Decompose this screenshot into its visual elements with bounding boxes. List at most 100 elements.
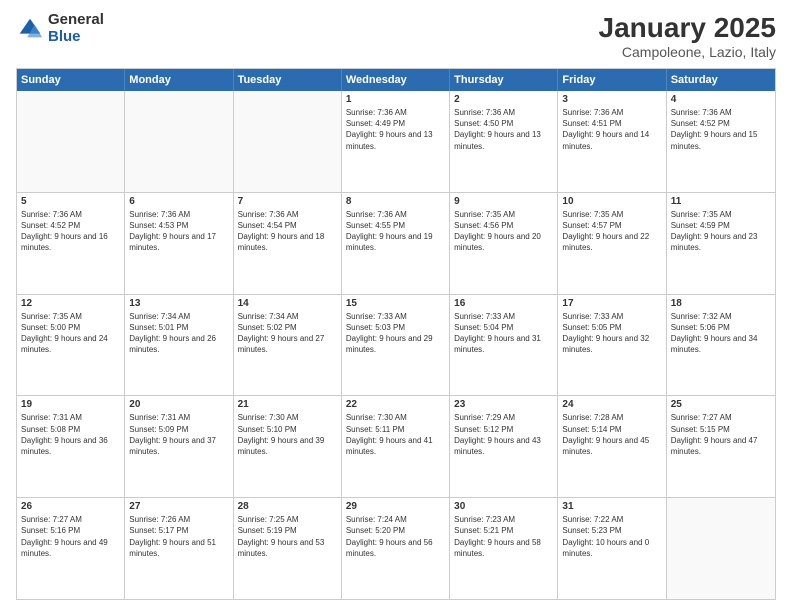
cal-cell: 16Sunrise: 7:33 AM Sunset: 5:04 PM Dayli… [450, 295, 558, 396]
day-number: 14 [238, 298, 337, 309]
col-header-wednesday: Wednesday [342, 69, 450, 91]
cell-info: Sunrise: 7:33 AM Sunset: 5:05 PM Dayligh… [562, 311, 661, 356]
cell-info: Sunrise: 7:35 AM Sunset: 5:00 PM Dayligh… [21, 311, 120, 356]
cal-cell: 30 Sunrise: 7:23 AM Sunset: 5:21 PM Dayli… [450, 498, 558, 599]
cal-cell: 2 Sunrise: 7:36 AM Sunset: 4:50 PM Daylig… [450, 91, 558, 192]
cell-info: Sunrise: 7:24 AM Sunset: 5:20 PM Dayligh… [346, 514, 445, 559]
cell-info: Sunrise: 7:36 AM Sunset: 4:51 PM Dayligh… [562, 107, 661, 152]
cell-info: Sunrise: 7:23 AM Sunset: 5:21 PM Dayligh… [454, 514, 553, 559]
cal-cell: 15 Sunrise: 7:33 AM Sunset: 5:03 PM Dayli… [342, 295, 450, 396]
cell-info: Sunrise: 7:27 AM Sunset: 5:15 PM Dayligh… [671, 412, 771, 457]
calendar-header-row: SundayMondayTuesdayWednesdayThursdayFrid… [17, 69, 775, 91]
cal-cell: 6Sunrise: 7:36 AM Sunset: 4:53 PM Daylig… [125, 193, 233, 294]
cal-cell: 1 Sunrise: 7:36 AM Sunset: 4:49 PM Daylig… [342, 91, 450, 192]
page: General Blue January 2025 Campoleone, La… [0, 0, 792, 612]
cal-cell: 5Sunrise: 7:36 AM Sunset: 4:52 PM Daylig… [17, 193, 125, 294]
day-number: 25 [671, 399, 771, 410]
cell-info: Sunrise: 7:29 AM Sunset: 5:12 PM Dayligh… [454, 412, 553, 457]
day-number: 17 [562, 298, 661, 309]
cell-info: Sunrise: 7:32 AM Sunset: 5:06 PM Dayligh… [671, 311, 771, 356]
calendar-row-1: 5Sunrise: 7:36 AM Sunset: 4:52 PM Daylig… [17, 192, 775, 294]
col-header-thursday: Thursday [450, 69, 558, 91]
cell-info: Sunrise: 7:34 AM Sunset: 5:02 PM Dayligh… [238, 311, 337, 356]
day-number: 22 [346, 399, 445, 410]
logo-text: General Blue [48, 12, 104, 45]
cal-cell: 18 Sunrise: 7:32 AM Sunset: 5:06 PM Dayli… [667, 295, 775, 396]
title-block: January 2025 Campoleone, Lazio, Italy [599, 12, 776, 60]
day-number: 20 [129, 399, 228, 410]
cal-cell: 28Sunrise: 7:25 AM Sunset: 5:19 PM Dayli… [234, 498, 342, 599]
day-number: 7 [238, 196, 337, 207]
cal-cell [667, 498, 775, 599]
col-header-saturday: Saturday [667, 69, 775, 91]
cell-info: Sunrise: 7:33 AM Sunset: 5:03 PM Dayligh… [346, 311, 445, 356]
day-number: 1 [346, 94, 445, 105]
cal-cell: 3 Sunrise: 7:36 AM Sunset: 4:51 PM Daylig… [558, 91, 666, 192]
cal-cell: 26 Sunrise: 7:27 AM Sunset: 5:16 PM Dayli… [17, 498, 125, 599]
cell-info: Sunrise: 7:34 AM Sunset: 5:01 PM Dayligh… [129, 311, 228, 356]
day-number: 2 [454, 94, 553, 105]
cal-cell: 14 Sunrise: 7:34 AM Sunset: 5:02 PM Dayli… [234, 295, 342, 396]
day-number: 6 [129, 196, 228, 207]
day-number: 10 [562, 196, 661, 207]
calendar-row-4: 26 Sunrise: 7:27 AM Sunset: 5:16 PM Dayli… [17, 497, 775, 599]
cal-cell: 13Sunrise: 7:34 AM Sunset: 5:01 PM Dayli… [125, 295, 233, 396]
cell-info: Sunrise: 7:36 AM Sunset: 4:52 PM Dayligh… [671, 107, 771, 152]
cal-cell: 20Sunrise: 7:31 AM Sunset: 5:09 PM Dayli… [125, 396, 233, 497]
day-number: 23 [454, 399, 553, 410]
day-number: 29 [346, 501, 445, 512]
cell-info: Sunrise: 7:35 AM Sunset: 4:59 PM Dayligh… [671, 209, 771, 254]
cell-info: Sunrise: 7:35 AM Sunset: 4:56 PM Dayligh… [454, 209, 553, 254]
day-number: 11 [671, 196, 771, 207]
cal-cell: 22Sunrise: 7:30 AM Sunset: 5:11 PM Dayli… [342, 396, 450, 497]
calendar-body: 1 Sunrise: 7:36 AM Sunset: 4:49 PM Daylig… [17, 91, 775, 599]
logo-general-text: General [48, 12, 104, 29]
cal-cell: 31Sunrise: 7:22 AM Sunset: 5:23 PM Dayli… [558, 498, 666, 599]
cal-cell: 29 Sunrise: 7:24 AM Sunset: 5:20 PM Dayli… [342, 498, 450, 599]
calendar-row-0: 1 Sunrise: 7:36 AM Sunset: 4:49 PM Daylig… [17, 91, 775, 192]
cell-info: Sunrise: 7:36 AM Sunset: 4:50 PM Dayligh… [454, 107, 553, 152]
col-header-monday: Monday [125, 69, 233, 91]
day-number: 12 [21, 298, 120, 309]
cal-cell: 9 Sunrise: 7:35 AM Sunset: 4:56 PM Daylig… [450, 193, 558, 294]
cell-info: Sunrise: 7:27 AM Sunset: 5:16 PM Dayligh… [21, 514, 120, 559]
cal-cell: 10Sunrise: 7:35 AM Sunset: 4:57 PM Dayli… [558, 193, 666, 294]
day-number: 27 [129, 501, 228, 512]
cal-cell: 7 Sunrise: 7:36 AM Sunset: 4:54 PM Daylig… [234, 193, 342, 294]
day-number: 19 [21, 399, 120, 410]
cal-cell: 12 Sunrise: 7:35 AM Sunset: 5:00 PM Dayli… [17, 295, 125, 396]
day-number: 8 [346, 196, 445, 207]
cal-cell: 11 Sunrise: 7:35 AM Sunset: 4:59 PM Dayli… [667, 193, 775, 294]
cal-cell: 23 Sunrise: 7:29 AM Sunset: 5:12 PM Dayli… [450, 396, 558, 497]
cell-info: Sunrise: 7:26 AM Sunset: 5:17 PM Dayligh… [129, 514, 228, 559]
cal-cell: 19Sunrise: 7:31 AM Sunset: 5:08 PM Dayli… [17, 396, 125, 497]
day-number: 4 [671, 94, 771, 105]
day-number: 28 [238, 501, 337, 512]
cal-cell [17, 91, 125, 192]
calendar-row-3: 19Sunrise: 7:31 AM Sunset: 5:08 PM Dayli… [17, 395, 775, 497]
col-header-sunday: Sunday [17, 69, 125, 91]
cell-info: Sunrise: 7:36 AM Sunset: 4:54 PM Dayligh… [238, 209, 337, 254]
cal-cell: 24Sunrise: 7:28 AM Sunset: 5:14 PM Dayli… [558, 396, 666, 497]
header: General Blue January 2025 Campoleone, La… [16, 12, 776, 60]
day-number: 31 [562, 501, 661, 512]
day-number: 30 [454, 501, 553, 512]
cal-cell: 4 Sunrise: 7:36 AM Sunset: 4:52 PM Daylig… [667, 91, 775, 192]
cell-info: Sunrise: 7:28 AM Sunset: 5:14 PM Dayligh… [562, 412, 661, 457]
cell-info: Sunrise: 7:30 AM Sunset: 5:10 PM Dayligh… [238, 412, 337, 457]
day-number: 3 [562, 94, 661, 105]
cal-cell: 25 Sunrise: 7:27 AM Sunset: 5:15 PM Dayli… [667, 396, 775, 497]
col-header-friday: Friday [558, 69, 666, 91]
cal-cell: 17 Sunrise: 7:33 AM Sunset: 5:05 PM Dayli… [558, 295, 666, 396]
location-title: Campoleone, Lazio, Italy [599, 44, 776, 60]
day-number: 9 [454, 196, 553, 207]
day-number: 26 [21, 501, 120, 512]
day-number: 15 [346, 298, 445, 309]
day-number: 18 [671, 298, 771, 309]
calendar-row-2: 12 Sunrise: 7:35 AM Sunset: 5:00 PM Dayli… [17, 294, 775, 396]
cell-info: Sunrise: 7:36 AM Sunset: 4:49 PM Dayligh… [346, 107, 445, 152]
day-number: 21 [238, 399, 337, 410]
cal-cell [234, 91, 342, 192]
day-number: 5 [21, 196, 120, 207]
calendar: SundayMondayTuesdayWednesdayThursdayFrid… [16, 68, 776, 600]
